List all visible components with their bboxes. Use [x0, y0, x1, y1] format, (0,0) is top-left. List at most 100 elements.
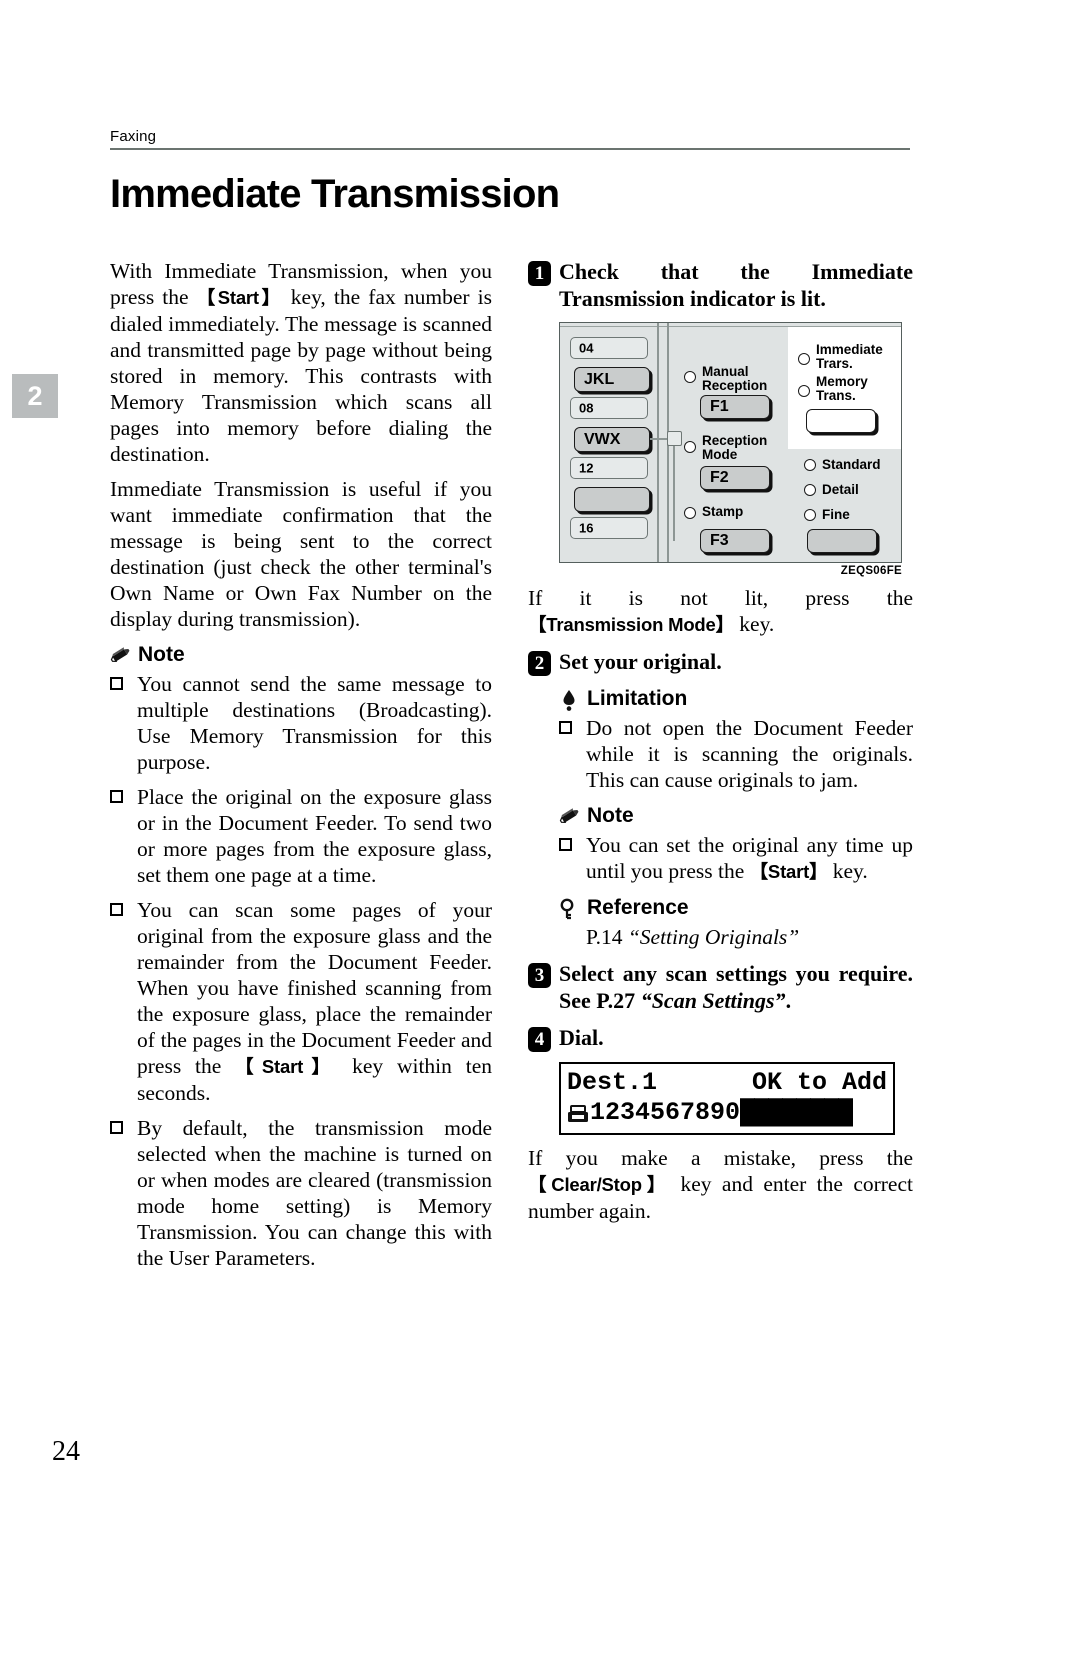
letter-key-blank: [574, 487, 650, 512]
page-title: Immediate Transmission: [110, 172, 560, 216]
limitation-heading-label: Limitation: [587, 687, 688, 710]
note-heading-label: Note: [138, 643, 185, 666]
step-3-text-italic: “Scan Settings”: [640, 988, 786, 1013]
step-number-3: 3: [528, 963, 551, 988]
letter-key-jkl-label: JKL: [584, 370, 615, 388]
running-head-label: Faxing: [110, 128, 157, 145]
step-3-text: Select any scan settings you require. Se…: [559, 960, 913, 1014]
f2-label: F2: [710, 469, 729, 486]
speed-key-08: 08: [570, 397, 648, 419]
note-list-left: You cannot send the same message to mult…: [109, 671, 492, 1271]
letter-key-vwx: VWX: [574, 427, 650, 452]
intro-paragraph-1: With Immediate Transmission, when you pr…: [110, 258, 492, 467]
speed-key-04: 04: [570, 337, 648, 359]
step-3: 3 Select any scan settings you require. …: [528, 960, 913, 1014]
f1-label: F1: [710, 398, 729, 415]
intro-paragraph-2: Immediate Transmission is useful if you …: [110, 477, 492, 631]
bullet-square-icon: [558, 837, 572, 851]
step-number-4: 4: [528, 1027, 551, 1052]
step-1-text: Check that the Immediate Transmission in…: [559, 259, 913, 311]
start-key-ref: 【Start】: [196, 287, 283, 308]
page-number: 24: [52, 1436, 80, 1467]
manual-reception-label: Manual Reception: [702, 364, 768, 393]
step-number-1: 1: [528, 261, 551, 286]
list-item: By default, the transmission mode select…: [109, 1115, 492, 1271]
reference-heading: Reference: [559, 896, 913, 920]
fine-lamp: [804, 509, 816, 521]
note-left-1: You cannot send the same message to mult…: [137, 672, 492, 774]
transmission-mode-key: [806, 409, 876, 433]
limitation-item-1: Do not open the Document Feeder while it…: [586, 716, 913, 792]
lcd-line-2: 1234567890 ████████: [567, 1098, 887, 1128]
step-2-text: Set your original.: [559, 649, 722, 674]
reception-mode-lamp: [684, 441, 696, 453]
manual-page: Faxing 2 Immediate Transmission With Imm…: [0, 0, 1080, 1669]
note-heading-label: Note: [587, 804, 634, 827]
start-key-ref: 【Start】: [235, 1056, 339, 1077]
bullet-square-icon: [109, 902, 123, 916]
resolution-key: [807, 529, 877, 553]
bullet-square-icon: [109, 676, 123, 690]
limitation-list: Do not open the Document Feeder while it…: [558, 715, 913, 793]
lcd-line-1: Dest.1 OK to Add: [567, 1068, 887, 1098]
panel-tab: [667, 431, 682, 446]
panel-divider-1: [657, 323, 659, 562]
speed-key-12: 12: [570, 457, 648, 479]
figure-caption: ZEQS06FE: [840, 565, 902, 577]
right-column: 1 Check that the Immediate Transmission …: [528, 258, 913, 1233]
header-rule: [110, 148, 910, 150]
memory-trans-lamp: [798, 385, 810, 397]
list-item: Place the original on the exposure glass…: [109, 784, 492, 888]
immediate-trans-label: Immediate Trars.: [816, 342, 883, 371]
list-item: You can set the original any time up unt…: [558, 832, 913, 885]
detail-label: Detail: [822, 482, 859, 497]
list-item: You can scan some pages of your original…: [109, 897, 492, 1106]
closing-a: If you make a mistake, press the: [528, 1146, 913, 1170]
note-heading-left: Note: [110, 643, 492, 667]
limitation-heading: Limitation: [559, 687, 913, 711]
list-item: Do not open the Document Feeder while it…: [558, 715, 913, 793]
fax-machine-icon: [567, 1103, 589, 1123]
chapter-tab: 2: [12, 374, 58, 418]
lcd-ok-to-add: OK to Add: [751, 1068, 887, 1097]
lcd-cursor-blocks: ████████: [740, 1098, 853, 1127]
memory-trans-label: Memory Trans.: [816, 374, 868, 403]
speed-key-12-label: 12: [579, 460, 594, 476]
left-column: With Immediate Transmission, when you pr…: [109, 258, 492, 1271]
transmission-mode-key-ref: 【Transmission Mode】: [528, 614, 734, 635]
speed-key-16: 16: [570, 517, 648, 539]
manual-reception-lamp: [684, 371, 696, 383]
list-item: You cannot send the same message to mult…: [109, 671, 492, 775]
running-head: Faxing: [110, 128, 910, 150]
fine-label: Fine: [822, 507, 850, 522]
standard-label: Standard: [822, 457, 881, 472]
after-figure-text: If it is not lit, press the 【Transmissio…: [528, 585, 913, 638]
pencil-icon: [559, 806, 582, 828]
step-1: 1 Check that the Immediate Transmission …: [528, 258, 913, 312]
after-figure-a: If it is not lit, press the: [528, 586, 913, 610]
note-right-b: key.: [827, 859, 868, 883]
reference-page: P.14: [586, 925, 628, 949]
note-list-right: You can set the original any time up unt…: [558, 832, 913, 885]
speed-key-16-label: 16: [579, 520, 594, 536]
lcd-display: Dest.1 OK to Add 1234567890 ████████: [559, 1062, 895, 1135]
stamp-lamp: [684, 507, 696, 519]
control-panel-figure: 04 JKL 08 VWX 12 16 Manual Reception F1 R…: [559, 322, 913, 577]
control-panel-graphic: 04 JKL 08 VWX 12 16 Manual Reception F1 R…: [559, 322, 902, 563]
step-number-2: 2: [528, 651, 551, 676]
bullet-square-icon: [558, 720, 572, 734]
letter-key-vwx-label: VWX: [584, 430, 621, 448]
step-4: 4 Dial.: [528, 1024, 913, 1052]
function-key-f2: F2: [700, 466, 770, 490]
detail-lamp: [804, 484, 816, 496]
step-2: 2 Set your original.: [528, 648, 913, 676]
note-left-3-a: You can scan some pages of your original…: [137, 898, 492, 1078]
note-heading-right: Note: [559, 804, 913, 828]
step-3-text-b: .: [785, 988, 792, 1013]
chapter-number: 2: [27, 380, 43, 411]
lcd-dest-label: Dest.1: [567, 1068, 658, 1097]
immediate-trans-lamp: [798, 353, 810, 365]
step-2-body: Limitation Do not open the Document Feed…: [558, 687, 913, 950]
reference-title: “Setting Originals”: [627, 925, 800, 949]
start-key-ref: 【Start】: [749, 861, 828, 882]
